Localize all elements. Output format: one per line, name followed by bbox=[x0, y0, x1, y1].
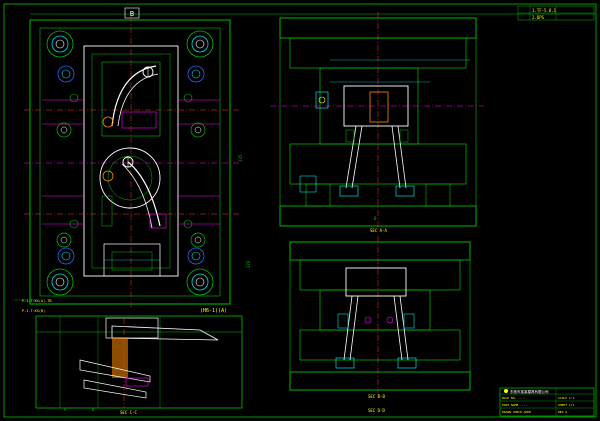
section-label-d: SEC D-D bbox=[368, 408, 385, 413]
note-left-2: P.I-T-KS(B) bbox=[22, 309, 45, 313]
cad-drawing-canvas: B 1.TF-5.8.1 2.DPS 135 270 (H6-1)(A) P.I… bbox=[0, 0, 600, 421]
note-left: P.I-T-KS(A)-TB bbox=[22, 299, 52, 303]
section-label-b: SEC B-B bbox=[368, 394, 385, 399]
plan-right-dim: 270 bbox=[246, 260, 251, 268]
section-label-c: SEC C-C bbox=[120, 410, 137, 415]
title-company: 东莞市某某模具有限公司 bbox=[510, 389, 549, 394]
revision-row-1: 1.TF-5.8.1 bbox=[532, 8, 557, 13]
title-side-2: SHEET 1/1 bbox=[558, 403, 574, 407]
title-side-3: REV A bbox=[558, 410, 567, 414]
revision-row-2: 2.DPS bbox=[532, 15, 545, 20]
plan-caption: (H6-1)(A) bbox=[200, 308, 227, 314]
title-side-1: SCALE 1:1 bbox=[558, 396, 574, 400]
section-label-a: SEC A-A bbox=[370, 228, 387, 233]
title-row-3: DRAWN CHECK APPR bbox=[502, 410, 531, 414]
plan-side-dim: 135 bbox=[238, 154, 243, 162]
top-tag-label: B bbox=[130, 10, 134, 18]
title-row-2: PART NAME ---- bbox=[502, 403, 527, 407]
company-logo-icon bbox=[504, 389, 508, 393]
title-row-1: MOLD NO. ---- bbox=[502, 396, 526, 400]
